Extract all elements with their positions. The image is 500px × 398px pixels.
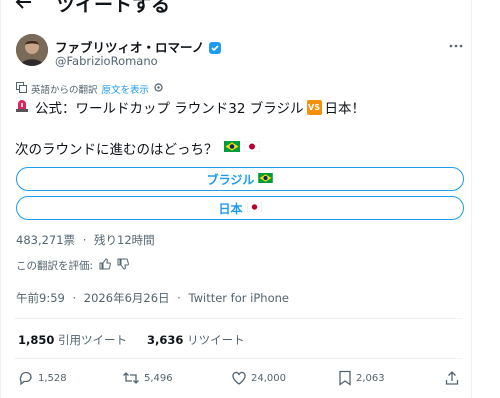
- brazil-flag-icon: [258, 172, 274, 186]
- quote-count: 1,850: [18, 333, 55, 347]
- heart-icon: [232, 371, 246, 385]
- poll-option-japan-label: 日本: [218, 201, 243, 216]
- retweet-icon: [123, 372, 139, 384]
- translate-icon: [16, 82, 27, 96]
- vs-badge: VS: [306, 99, 322, 115]
- reply-icon: [19, 371, 32, 386]
- tweet-timestamp: 午前9:59 · 2026年6月26日 · Twitter for iPhone: [16, 290, 289, 306]
- settings-gear-icon[interactable]: [153, 82, 164, 96]
- divider: [14, 358, 462, 359]
- timestamp-separator-2: ·: [177, 291, 181, 305]
- rate-translation-label: この翻訳を評価:: [16, 260, 94, 272]
- brazil-flag-icon: [223, 140, 240, 156]
- tweet-date[interactable]: 2026年6月26日: [84, 291, 170, 305]
- like-button[interactable]: 24,000: [231, 370, 286, 386]
- poll-option-japan[interactable]: 日本: [16, 196, 464, 220]
- japan-flag-icon: [246, 201, 262, 215]
- author-handle[interactable]: @FabrizioRomano: [55, 54, 158, 68]
- bookmark-button[interactable]: 2,063: [338, 370, 385, 386]
- divider: [14, 318, 462, 319]
- thumbs-down-icon[interactable]: [117, 258, 129, 273]
- more-options-icon[interactable]: [448, 38, 464, 54]
- page-title: ツイートする: [56, 0, 171, 16]
- tweet-text-line1-main: 公式：ワールドカップ ラウンド32 ブラジル: [35, 101, 304, 117]
- poll-remaining: 残り12時間: [94, 233, 155, 247]
- back-arrow-icon[interactable]: [14, 0, 34, 12]
- share-button[interactable]: [444, 370, 460, 386]
- japan-flag-icon: [243, 140, 260, 156]
- retweet-stat-count: 3,636: [147, 333, 184, 347]
- reply-button[interactable]: 1,528: [18, 370, 67, 386]
- poll-meta-separator: ·: [82, 233, 87, 247]
- bookmark-icon: [339, 370, 351, 386]
- quote-tweets-stat[interactable]: 1,850 引用ツイート: [18, 332, 127, 348]
- tweet-source: Twitter for iPhone: [188, 291, 289, 305]
- translation-notice: 英語からの翻訳 原文を表示: [16, 82, 164, 96]
- verified-badge-icon: [208, 40, 222, 54]
- reply-count: 1,528: [38, 372, 67, 384]
- tweet-text-line1: 公式：ワールドカップ ラウンド32 ブラジル VS 日本！: [15, 97, 365, 117]
- tweet-question-text: 次のラウンドに進むのはどっち？: [15, 142, 218, 158]
- header: ツイートする: [0, 0, 472, 18]
- retweets-stat[interactable]: 3,636 リツイート: [147, 332, 245, 348]
- tweet-time[interactable]: 午前9:59: [16, 291, 65, 305]
- timestamp-separator-1: ·: [72, 291, 77, 305]
- avatar[interactable]: [16, 34, 48, 66]
- poll-meta: 483,271票 · 残り12時間: [16, 232, 155, 248]
- translation-label: 英語からの翻訳: [31, 85, 98, 96]
- bookmark-count: 2,063: [356, 372, 385, 384]
- action-bar: 1,528 5,496 24,000 2,063: [0, 370, 472, 390]
- retweet-count: 5,496: [144, 372, 173, 384]
- poll-option-brazil[interactable]: ブラジル: [16, 167, 464, 191]
- engagement-stats: 1,850 引用ツイート 3,636 リツイート: [18, 332, 245, 348]
- siren-emoji-icon: [15, 98, 29, 116]
- poll-option-brazil-label: ブラジル: [206, 172, 255, 187]
- frame-left-border: [0, 0, 1, 398]
- retweet-button[interactable]: 5,496: [122, 370, 173, 386]
- frame-right-border: [471, 0, 472, 398]
- thumbs-up-icon[interactable]: [99, 258, 111, 273]
- show-original-link[interactable]: 原文を表示: [102, 82, 150, 96]
- tweet-text-line1-end: 日本！: [324, 101, 366, 117]
- rate-translation: この翻訳を評価:: [16, 258, 129, 273]
- retweet-stat-label: リツイート: [187, 333, 245, 347]
- like-count: 24,000: [251, 372, 286, 384]
- poll-votes: 483,271票: [16, 233, 76, 247]
- share-icon: [445, 371, 459, 385]
- tweet-text-line2: 次のラウンドに進むのはどっち？: [15, 138, 260, 158]
- quote-label: 引用ツイート: [58, 333, 128, 347]
